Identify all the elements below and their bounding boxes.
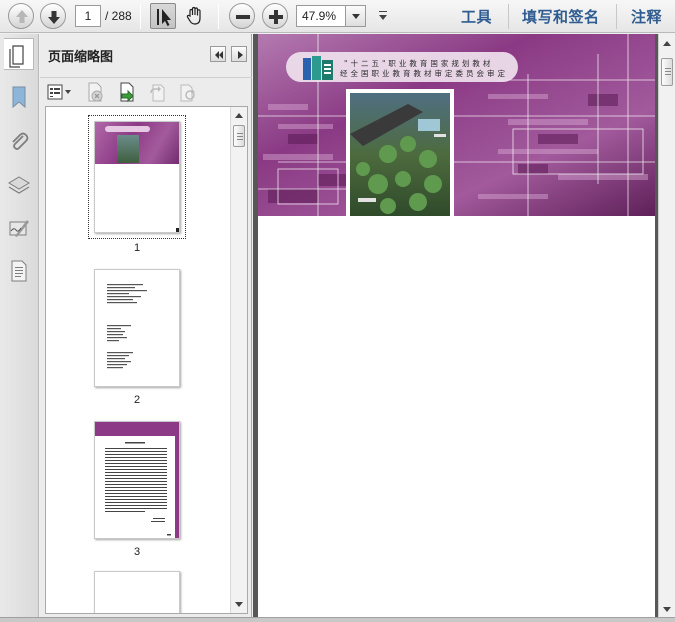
page-total: / 288 [105, 9, 132, 23]
delete-page-button[interactable] [84, 81, 106, 103]
rotate-right-button[interactable] [176, 81, 198, 103]
document-page: "十二五"职业教育国家规划教材 经全国职业教育教材审定委员会审定 [258, 34, 655, 622]
document-scrollbar[interactable] [658, 34, 675, 622]
hand-tool-button[interactable] [182, 3, 208, 29]
zoom-dropdown-button[interactable] [346, 5, 366, 27]
toolbar-divider [508, 4, 509, 29]
scrollbar-thumb[interactable] [233, 125, 245, 147]
comment-button[interactable]: 注释 [631, 6, 662, 27]
toolbar-divider [140, 4, 141, 29]
collapse-panel-button[interactable] [210, 46, 226, 62]
thumbnails-panel: 页面缩略图 1 2 3 [40, 34, 252, 622]
thumbnail-page-4[interactable] [94, 571, 180, 613]
cover-approval-text: 经全国职业教育教材审定委员会审定 [340, 69, 508, 78]
double-chevron-left-icon [215, 51, 223, 59]
thumbnail-page-1[interactable] [94, 121, 180, 233]
fill-and-sign-button[interactable]: 填写和签名 [522, 6, 600, 27]
signature-icon [9, 220, 29, 237]
scroll-up-arrow-icon[interactable] [235, 113, 243, 118]
page-number-input[interactable]: 1 [75, 5, 101, 27]
insert-page-icon [120, 82, 134, 103]
thumbnail-list[interactable]: 1 2 3 [45, 106, 248, 614]
pages-icon [9, 45, 24, 68]
bookmark-icon [12, 86, 26, 109]
chevron-right-icon [238, 51, 243, 59]
thumbnail-label: 1 [133, 242, 141, 254]
more-tools-button[interactable] [377, 9, 389, 23]
thumbnail-label: 2 [133, 394, 141, 406]
content-tab[interactable] [6, 258, 32, 284]
page-icon [11, 260, 27, 282]
page-thumbnails-tab[interactable] [4, 38, 34, 70]
scroll-down-arrow-icon[interactable] [235, 602, 243, 607]
thumbnail-text-content [107, 284, 147, 369]
zoom-out-button[interactable] [229, 3, 255, 29]
grip-icon [665, 68, 671, 75]
grip-icon [237, 133, 243, 140]
thumbnail-options-icon [47, 84, 71, 100]
rotate-left-icon [150, 84, 165, 102]
thumbnail-toolbar [40, 77, 252, 105]
window-bottom-edge [0, 617, 675, 622]
document-view[interactable]: "十二五"职业教育国家规划教材 经全国职业教育教材审定委员会审定 [253, 34, 675, 622]
rotate-right-icon [180, 84, 195, 102]
toolbar-divider [218, 4, 219, 29]
attachment-icon [12, 132, 29, 150]
bookmarks-tab[interactable] [6, 84, 32, 110]
arrow-up-icon [16, 10, 28, 23]
zoom-level-input[interactable]: 47.9% [296, 5, 346, 27]
text-cursor-icon [157, 9, 171, 26]
thumbnail-cover-banner [105, 126, 150, 132]
delete-page-icon [88, 82, 103, 102]
arrow-down-icon [48, 11, 60, 24]
panel-title: 页面缩略图 [48, 50, 114, 65]
thumbnail-options-button[interactable] [46, 81, 74, 103]
attachments-tab[interactable] [6, 129, 32, 155]
next-page-button[interactable] [40, 3, 66, 29]
layers-icon [8, 176, 30, 194]
scroll-up-arrow-icon[interactable] [663, 41, 671, 46]
cover-image: "十二五"职业教育国家规划教材 经全国职业教育教材审定委员会审定 [258, 34, 655, 216]
expand-panel-button[interactable] [231, 46, 247, 62]
thumbnail-text-content [105, 442, 171, 536]
scroll-down-arrow-icon[interactable] [663, 607, 671, 612]
chevron-down-icon [379, 11, 387, 20]
thumbnail-page-1-selection[interactable] [88, 115, 186, 239]
select-tool-button[interactable] [150, 3, 176, 29]
hand-icon [186, 6, 201, 25]
minus-icon [236, 15, 250, 19]
publisher-logo-icon [303, 56, 333, 80]
thumbnail-page-2[interactable] [94, 269, 180, 387]
tools-button[interactable]: 工具 [461, 6, 492, 27]
thumbnail-label: 3 [133, 546, 141, 558]
previous-page-button[interactable] [8, 3, 34, 29]
navigation-rail [0, 34, 39, 622]
rotate-left-button[interactable] [146, 81, 168, 103]
layers-tab[interactable] [6, 172, 32, 198]
thumbnail-corner-mark [176, 228, 179, 232]
toolbar-divider [616, 4, 617, 29]
signatures-tab[interactable] [6, 215, 32, 241]
thumbnail-page-3[interactable] [94, 421, 180, 539]
zoom-in-button[interactable] [262, 3, 288, 29]
plus-icon [269, 10, 283, 24]
scrollbar-thumb[interactable] [661, 58, 673, 86]
thumbnail-cover-photo [117, 135, 139, 163]
main-toolbar: 1 / 288 47.9% 工具 填写和签名 注释 [0, 0, 675, 33]
thumbnail-scrollbar[interactable] [230, 107, 247, 613]
insert-page-button[interactable] [116, 81, 138, 103]
